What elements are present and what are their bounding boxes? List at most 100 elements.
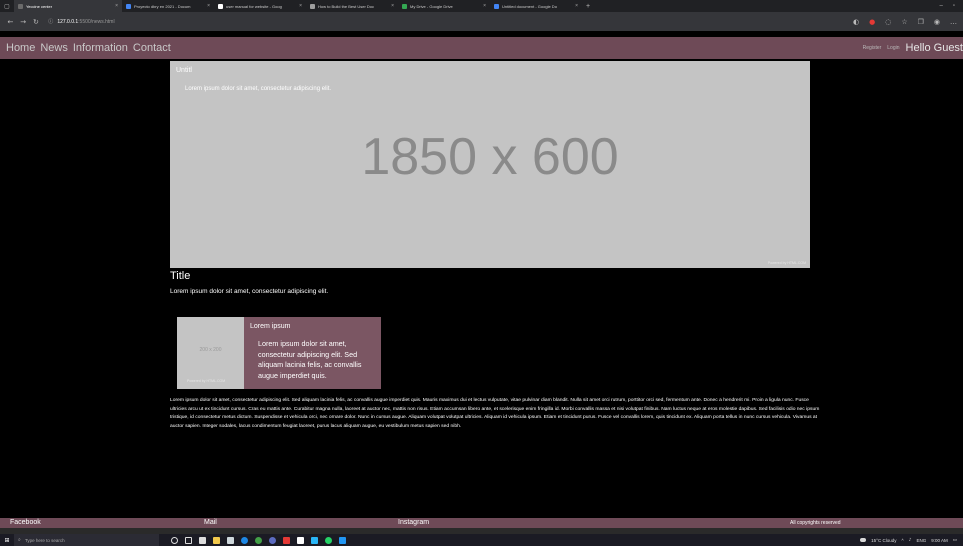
card-thumbnail-powered-by: Powered by HTML.COM — [187, 379, 226, 383]
nav-link-news[interactable]: News — [40, 42, 68, 54]
app-icon[interactable] — [311, 536, 318, 544]
browser-tab[interactable]: Yeccine center × — [14, 0, 122, 12]
forward-icon[interactable]: → — [17, 18, 30, 26]
tab-title: Untitled document - Google Do — [502, 3, 557, 9]
taskbar-search-placeholder: Type here to search — [24, 537, 65, 543]
whatsapp-icon[interactable] — [325, 536, 332, 544]
hero-image: Untitl Lorem ipsum dolor sit amet, conse… — [170, 61, 810, 268]
nav-link-information[interactable]: Information — [73, 42, 128, 54]
language-indicator[interactable]: ENG — [916, 538, 926, 543]
article-lead: Lorem ipsum dolor sit amet, consectetur … — [170, 288, 329, 295]
notifications-icon[interactable]: ▭ — [953, 537, 957, 543]
taskbar-pinned-apps — [171, 536, 346, 544]
store-icon[interactable] — [199, 536, 206, 544]
clock[interactable]: 9:00 AM — [931, 538, 948, 543]
browser-tab-strip: ▢ Yeccine center × Proyecto dbry en 2021 -… — [0, 0, 963, 12]
tab-favicon-icon — [494, 3, 499, 9]
hero-caption-text: Lorem ipsum dolor sit amet, consectetur … — [185, 86, 332, 92]
app-icon[interactable] — [283, 536, 290, 544]
edge-icon[interactable] — [241, 536, 248, 544]
article-title: Title — [170, 270, 191, 282]
tab-title: Yeccine center — [26, 3, 53, 9]
hero-powered-by: Powered by HTML.COM — [767, 261, 806, 265]
tab-list: Yeccine center × Proyecto dbry en 2021 - D… — [14, 0, 582, 12]
article-body: Lorem ipsum dolor sit amet, consectetur … — [170, 398, 820, 430]
minimize-icon[interactable]: – — [940, 3, 943, 9]
tab-close-icon[interactable]: × — [295, 3, 302, 9]
register-link[interactable]: Register — [863, 45, 882, 51]
url-field[interactable]: ⓘ 127.0.0.1 :5500/news.html — [48, 16, 853, 27]
tab-favicon-icon — [402, 3, 407, 9]
browser-tab[interactable]: Untitled document - Google Do × — [490, 0, 582, 12]
tab-close-icon[interactable]: × — [571, 3, 578, 9]
info-icon: ⓘ — [48, 19, 54, 25]
browser-address-bar: ← → ↻ ⓘ 127.0.0.1 :5500/news.html ◐ ● ◌ … — [0, 12, 963, 31]
nav-account-area: Register Login Hello Guest — [863, 42, 963, 54]
extension-icon[interactable]: ◌ — [885, 18, 891, 26]
search-icon: ⌕ — [18, 537, 21, 543]
site-navbar: Home News Information Contact Register L… — [0, 37, 963, 59]
task-view-icon[interactable] — [185, 536, 192, 544]
extension-icon[interactable]: ◐ — [853, 18, 859, 26]
back-icon[interactable]: ← — [4, 18, 17, 26]
tab-title: user manual for website - Goog — [226, 3, 282, 9]
profile-avatar-icon[interactable]: ◉ — [934, 18, 940, 26]
record-icon[interactable]: ● — [869, 18, 875, 26]
card-text: Lorem ipsum dolor sit amet, consectetur … — [258, 339, 362, 380]
browser-tab[interactable]: Proyecto dbry en 2021 - Docum × — [122, 0, 214, 12]
hero-caption-title: Untitl — [176, 67, 192, 74]
url-path: :5500/news.html — [78, 18, 115, 25]
greeting: Hello Guest — [905, 42, 963, 54]
footer-link-instagram[interactable]: Instagram — [398, 519, 429, 526]
login-link[interactable]: Login — [887, 45, 899, 51]
tab-close-icon[interactable]: × — [387, 3, 394, 9]
tab-favicon-icon — [218, 3, 223, 9]
browser-tab[interactable]: How to Build the Best User Doc × — [306, 0, 398, 12]
windows-start-icon[interactable]: ⊞ — [0, 537, 14, 544]
app-icon[interactable] — [297, 536, 304, 544]
cortana-icon[interactable] — [171, 536, 178, 544]
browser-tab[interactable]: user manual for website - Goog × — [214, 0, 306, 12]
taskbar-search[interactable]: ⌕ Type here to search — [14, 534, 159, 546]
tab-close-icon[interactable]: × — [479, 3, 486, 9]
bookmark-star-icon[interactable]: ☆ — [901, 18, 907, 26]
tab-close-icon[interactable]: × — [203, 3, 210, 9]
maximize-icon[interactable]: ▫ — [953, 3, 955, 9]
tray-chevron-icon[interactable]: ^ — [901, 538, 903, 543]
system-tray: 15°C Cloudy ^ ♪ ENG 9:00 AM ▭ — [860, 537, 963, 543]
footer-copyright: All copyrights reserved — [790, 520, 841, 526]
hero-placeholder-dimensions: 1850 x 600 — [361, 128, 619, 186]
tab-favicon-icon — [18, 3, 23, 9]
content-card: 200 x 200 Powered by HTML.COM Lorem ipsu… — [177, 317, 381, 389]
tab-title: My Drive - Google Drive — [410, 3, 453, 9]
card-thumbnail-dimensions: 200 x 200 — [199, 347, 222, 353]
volume-icon[interactable]: ♪ — [909, 538, 912, 543]
extension-icons: ◐ ● ◌ ☆ ❐ ◉ … — [853, 18, 963, 26]
file-explorer-icon[interactable] — [213, 536, 220, 544]
chrome-icon[interactable] — [255, 536, 262, 544]
tab-favicon-icon — [126, 3, 131, 9]
nav-link-home[interactable]: Home — [6, 42, 35, 54]
footer-link-mail[interactable]: Mail — [204, 519, 217, 526]
card-title: Lorem ipsum — [250, 323, 291, 330]
window-controls: – ▫ — [940, 3, 963, 9]
tab-close-icon[interactable]: × — [111, 3, 118, 9]
cloud-icon — [860, 538, 867, 542]
mail-app-icon[interactable] — [227, 536, 234, 544]
weather-text[interactable]: 15°C Cloudy — [871, 538, 896, 543]
card-thumbnail: 200 x 200 Powered by HTML.COM — [177, 317, 244, 389]
tab-title: Proyecto dbry en 2021 - Docum — [134, 3, 191, 9]
footer-link-facebook[interactable]: Facebook — [10, 519, 41, 526]
site-footer: Facebook Mail Instagram All copyrights r… — [0, 518, 963, 528]
tab-favicon-icon — [310, 3, 315, 9]
reload-icon[interactable]: ↻ — [30, 18, 43, 26]
browser-tab[interactable]: My Drive - Google Drive × — [398, 0, 490, 12]
window-menu-icon[interactable]: ▢ — [0, 0, 14, 12]
app-icon[interactable] — [269, 536, 276, 544]
new-tab-icon[interactable]: + — [582, 3, 594, 10]
nav-link-contact[interactable]: Contact — [133, 42, 171, 54]
url-host: 127.0.0.1 — [57, 18, 79, 25]
more-menu-icon[interactable]: … — [950, 18, 957, 26]
vscode-icon[interactable] — [339, 536, 346, 544]
collections-icon[interactable]: ❐ — [918, 18, 924, 26]
